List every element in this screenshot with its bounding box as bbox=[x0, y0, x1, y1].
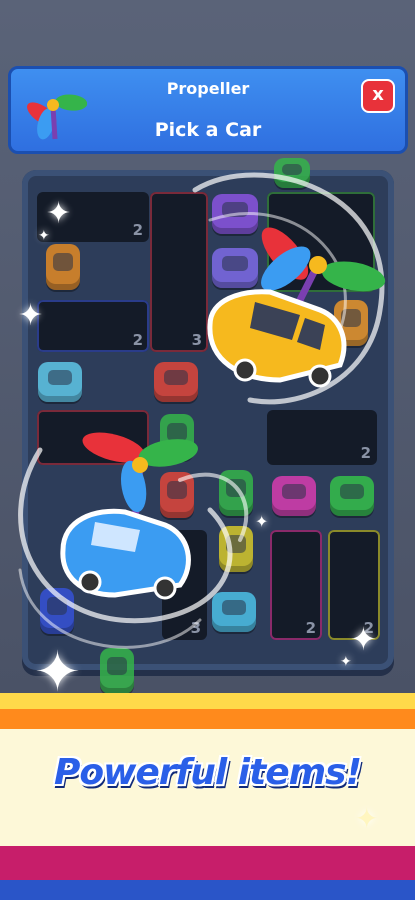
sparkle-icon: ✦ bbox=[350, 620, 377, 658]
propeller-yellow-car[interactable] bbox=[200, 200, 390, 390]
parking-slot[interactable]: 2 bbox=[37, 300, 149, 352]
car-green[interactable] bbox=[330, 476, 374, 516]
car-yellow[interactable] bbox=[219, 526, 253, 572]
banner-stripe-magenta bbox=[0, 846, 415, 880]
car-green[interactable] bbox=[274, 158, 310, 188]
sparkle-icon: ✦ bbox=[355, 802, 379, 835]
item-instruction: Pick a Car bbox=[154, 119, 262, 141]
promo-headline: Powerful items! bbox=[53, 752, 362, 793]
car-red[interactable] bbox=[154, 362, 198, 402]
sparkle-icon: ✦ bbox=[18, 298, 44, 333]
banner-stripe-top bbox=[0, 693, 415, 729]
item-title: Propeller bbox=[166, 79, 250, 98]
parking-slot[interactable]: 2 bbox=[270, 530, 322, 640]
slot-capacity: 2 bbox=[132, 221, 143, 239]
propeller-blue-car[interactable] bbox=[55, 430, 205, 610]
sparkle-icon: ✦ bbox=[340, 654, 352, 670]
slot-capacity: 2 bbox=[132, 331, 143, 349]
car-cyan[interactable] bbox=[38, 362, 82, 402]
car-green[interactable] bbox=[219, 470, 253, 516]
slot-capacity: 2 bbox=[305, 619, 316, 637]
close-button[interactable]: x bbox=[361, 79, 395, 113]
sparkle-icon: ✦ bbox=[255, 512, 269, 531]
car-orange[interactable] bbox=[46, 244, 80, 290]
slot-capacity: 2 bbox=[360, 444, 371, 462]
car-green[interactable] bbox=[100, 648, 134, 694]
car-magenta[interactable] bbox=[272, 476, 316, 516]
parking-slot[interactable]: 2 bbox=[267, 410, 377, 465]
item-header-card: Propeller Pick a Car x bbox=[8, 66, 408, 154]
banner-stripe-blue bbox=[0, 880, 415, 900]
sparkle-icon: ✦ bbox=[46, 196, 72, 231]
sparkle-icon: ✦ bbox=[38, 228, 50, 244]
car-cyan[interactable] bbox=[212, 592, 256, 632]
slot-capacity: 3 bbox=[190, 619, 201, 637]
